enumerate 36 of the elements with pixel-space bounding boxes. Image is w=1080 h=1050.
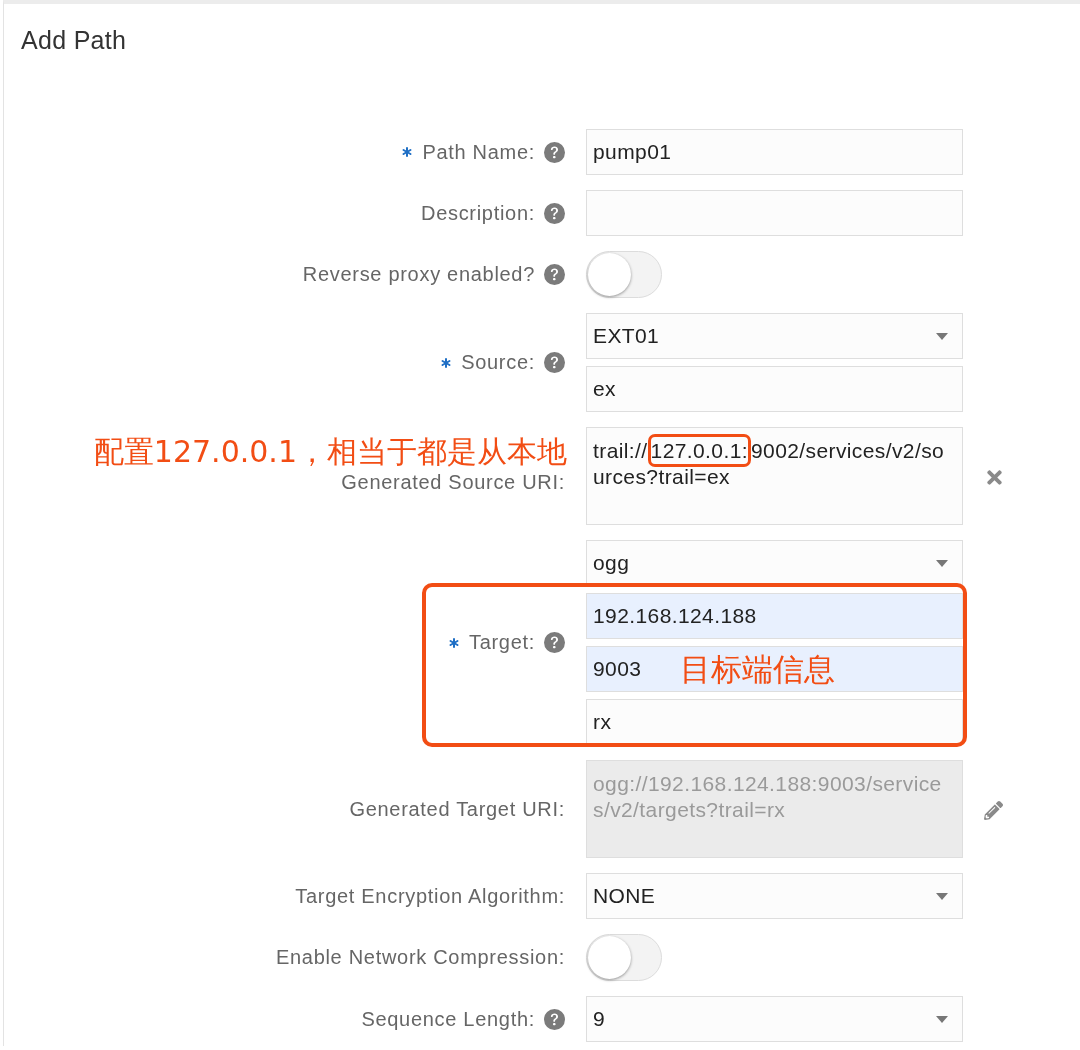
field-label: Path Name: bbox=[422, 140, 535, 164]
input-field[interactable]: pump01 bbox=[586, 129, 963, 175]
caret-icon bbox=[936, 332, 948, 340]
select-field[interactable]: 9 bbox=[586, 996, 963, 1042]
help-icon[interactable] bbox=[544, 264, 565, 285]
help-icon[interactable] bbox=[544, 632, 565, 653]
help-icon[interactable] bbox=[544, 1008, 565, 1030]
toggle-switch[interactable] bbox=[586, 934, 662, 981]
select-field[interactable]: EXT01 bbox=[586, 313, 963, 359]
page-title: Add Path bbox=[20, 25, 128, 54]
annotation-text: 配置127.0.0.1，相当于都是从本地 bbox=[93, 434, 567, 470]
field-label: Description: bbox=[421, 201, 535, 225]
help-icon[interactable] bbox=[544, 202, 565, 224]
field-label: Reverse proxy enabled? bbox=[302, 263, 535, 286]
pencil-icon[interactable] bbox=[984, 800, 1003, 820]
field-label: Source: bbox=[461, 351, 535, 374]
field-label: Generated Source URI: bbox=[341, 470, 565, 494]
field-label: Generated Target URI: bbox=[349, 797, 565, 821]
input-field[interactable] bbox=[586, 190, 963, 236]
caret-icon bbox=[936, 1015, 948, 1023]
input-field[interactable]: ex bbox=[586, 366, 963, 412]
select-field[interactable]: NONE bbox=[586, 873, 963, 919]
caret-icon bbox=[936, 892, 948, 900]
help-icon[interactable] bbox=[544, 352, 565, 373]
field-label: Sequence Length: bbox=[361, 1007, 535, 1031]
caret-icon bbox=[936, 559, 948, 567]
field-label: Target Encryption Algorithm: bbox=[295, 884, 565, 908]
field-label: Target: bbox=[468, 631, 535, 654]
toggle-switch[interactable] bbox=[586, 251, 662, 298]
select-field[interactable]: ogg bbox=[586, 540, 963, 586]
field-label: Enable Network Compression: bbox=[275, 946, 565, 969]
uri-text-area[interactable]: trail://127.0.0.1:9002/services/v2/sources?trail=ex bbox=[586, 427, 963, 525]
help-icon[interactable] bbox=[544, 141, 565, 163]
annotation-text: 目标端信息 bbox=[680, 651, 835, 687]
input-field[interactable]: 192.168.124.188 bbox=[586, 593, 963, 639]
input-field[interactable]: rx bbox=[586, 699, 963, 745]
